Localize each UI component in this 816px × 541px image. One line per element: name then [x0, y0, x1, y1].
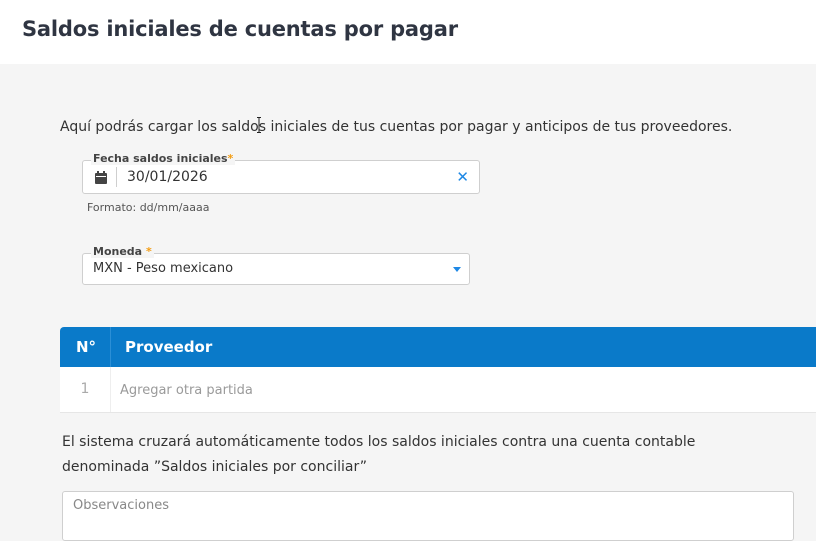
column-header-provider: Proveedor: [125, 338, 213, 356]
table-header: N° Proveedor: [60, 327, 816, 367]
text-cursor-icon: [257, 117, 261, 133]
currency-label-text: Moneda: [93, 245, 143, 258]
row-number: 1: [60, 367, 111, 412]
date-format-hint: Formato: dd/mm/aaaa: [87, 201, 210, 214]
required-mark: *: [145, 245, 152, 258]
add-row-link[interactable]: Agregar otra partida: [120, 383, 253, 398]
date-label-text: Fecha saldos iniciales: [93, 152, 228, 165]
currency-field-label: Moneda *: [91, 245, 154, 258]
date-input-value[interactable]: 30/01/2026: [127, 169, 208, 185]
intro-text: Aquí podrás cargar los saldos iniciales …: [60, 119, 733, 135]
column-divider: [110, 327, 111, 367]
date-field-label: Fecha saldos iniciales*: [91, 152, 236, 165]
page-title: Saldos iniciales de cuentas por pagar: [22, 17, 458, 41]
currency-value[interactable]: MXN - Peso mexicano: [93, 261, 233, 276]
column-header-number: N°: [76, 338, 97, 356]
calendar-icon[interactable]: [95, 171, 107, 184]
observations-placeholder: Observaciones: [73, 498, 169, 513]
reconciliation-note: El sistema cruzará automáticamente todos…: [62, 434, 696, 475]
clear-icon[interactable]: ✕: [456, 169, 469, 185]
required-mark: *: [227, 152, 234, 165]
table-row: 1 Agregar otra partida: [60, 367, 816, 413]
date-separator: [116, 167, 117, 187]
chevron-down-icon[interactable]: [453, 267, 461, 272]
date-field[interactable]: 30/01/2026 ✕: [82, 160, 480, 194]
page-header: Saldos iniciales de cuentas por pagar: [0, 0, 816, 64]
observations-field[interactable]: Observaciones: [62, 491, 794, 541]
